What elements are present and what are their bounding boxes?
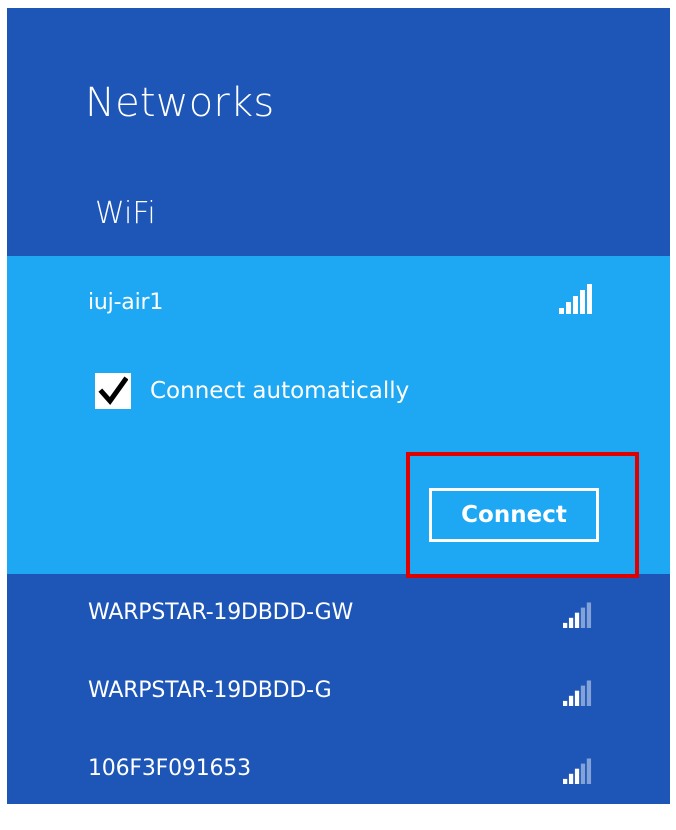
section-label-wifi: WiFi bbox=[95, 196, 156, 231]
signal-strength-icon bbox=[563, 758, 595, 784]
signal-strength-icon bbox=[563, 602, 595, 628]
networks-panel: Networks WiFi iuj-air1 Connect automatic… bbox=[7, 8, 670, 804]
checkmark-icon bbox=[98, 376, 128, 406]
highlight-box bbox=[406, 452, 639, 578]
panel-title: Networks bbox=[85, 80, 275, 126]
connect-automatically-checkbox[interactable] bbox=[95, 373, 131, 409]
network-item-2[interactable]: WARPSTAR-19DBDD-G bbox=[88, 678, 332, 703]
network-item-3[interactable]: 106F3F091653 bbox=[88, 756, 251, 781]
connect-automatically-label: Connect automatically bbox=[150, 378, 410, 404]
network-name: iuj-air1 bbox=[88, 290, 164, 315]
signal-strength-icon bbox=[559, 284, 597, 314]
network-item-1[interactable]: WARPSTAR-19DBDD-GW bbox=[88, 600, 353, 625]
signal-strength-icon bbox=[563, 680, 595, 706]
